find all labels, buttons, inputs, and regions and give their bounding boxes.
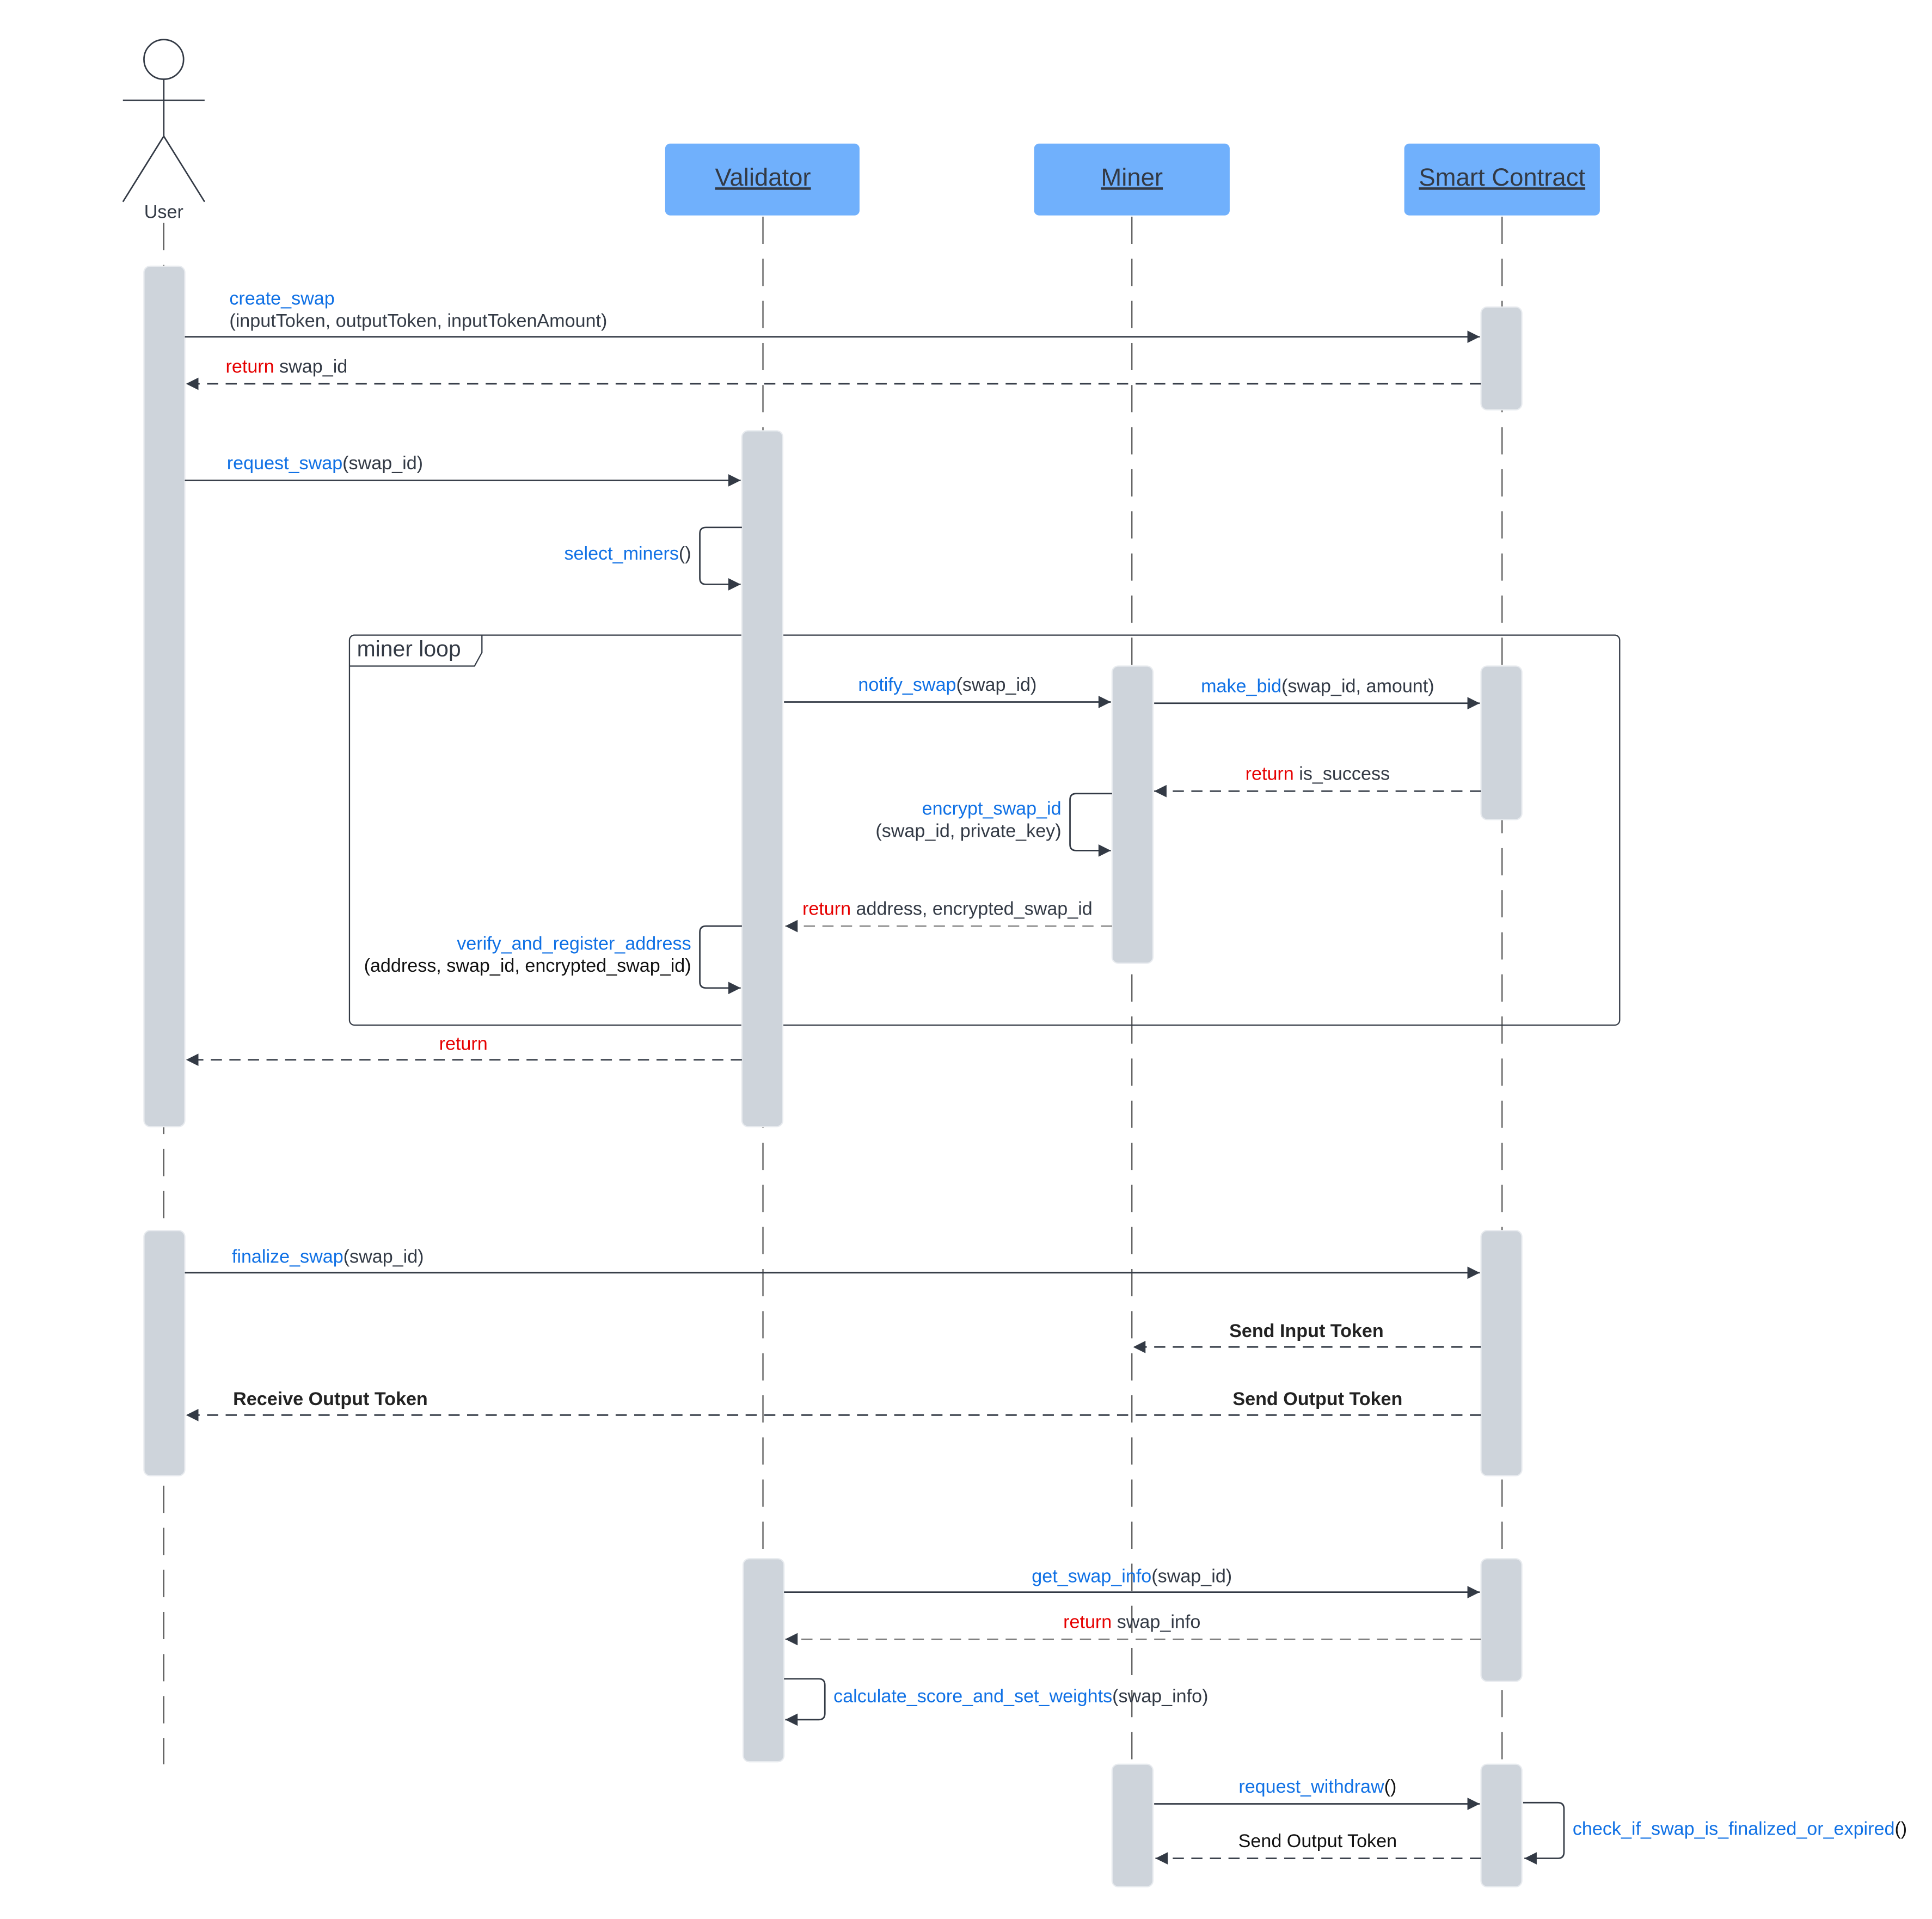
participant-smart-contract: Smart Contract (1404, 143, 1600, 216)
participant-label: Miner (1101, 163, 1163, 191)
message-label: request_swap(swap_id) (227, 453, 423, 474)
message-return-is-success: return is_success (1154, 764, 1481, 798)
activation-miner-1 (1111, 665, 1154, 964)
message-label: request_withdraw() (1238, 1776, 1396, 1797)
activation-contract-4 (1480, 1558, 1523, 1682)
participant-label: Validator (715, 163, 811, 191)
message-select-miners: select_miners() (564, 526, 742, 591)
message-create-swap: create_swap (inputToken, outputToken, in… (185, 288, 1480, 343)
participant-validator: Validator (665, 143, 860, 216)
stick-figure-icon (122, 39, 206, 203)
message-function-name: create_swap (229, 288, 334, 309)
message-request-swap: request_swap(swap_id) (185, 453, 741, 487)
message-return-swap-id: return swap_id (186, 357, 1481, 390)
message-request-withdraw: request_withdraw() (1154, 1776, 1480, 1810)
message-label: calculate_score_and_set_weights(swap_inf… (833, 1686, 1208, 1707)
message-send-output-token-to-miner: Send Output Token (1155, 1831, 1481, 1865)
activation-miner-2 (1111, 1763, 1154, 1888)
message-label: return swap_id (226, 357, 348, 377)
message-check-if-swap-is-finalized-or-expired: check_if_swap_is_finalized_or_expired() (1523, 1801, 1907, 1865)
message-arguments: (inputToken, outputToken, inputTokenAmou… (229, 310, 607, 331)
message-label: Send Output Token (1232, 1389, 1402, 1409)
message-encrypt-swap-id: encrypt_swap_id (swap_id, private_key) (875, 793, 1112, 857)
message-send-output-token: Send Output Token Receive Output Token (186, 1389, 1481, 1421)
message-send-input-token: Send Input Token (1133, 1321, 1481, 1353)
message-label: select_miners() (564, 543, 691, 564)
loop-frame-label: miner loop (357, 636, 461, 661)
message-return-address: return address, encrypted_swap_id (785, 899, 1112, 933)
participant-label: Smart Contract (1419, 163, 1585, 191)
message-return-swap-info: return swap_info (785, 1612, 1481, 1646)
message-label: return is_success (1246, 764, 1390, 784)
message-label: get_swap_info(swap_id) (1032, 1566, 1232, 1586)
message-return-to-user: return (186, 1034, 742, 1066)
activation-contract-2 (1480, 665, 1523, 820)
message-make-bid: make_bid(swap_id, amount) (1154, 676, 1480, 710)
message-label: return (439, 1034, 488, 1054)
message-label: Send Output Token (1238, 1831, 1397, 1851)
activation-validator-1 (741, 430, 784, 1127)
message-label: Send Input Token (1229, 1321, 1384, 1341)
message-label: return swap_info (1063, 1612, 1200, 1633)
message-notify-swap: notify_swap(swap_id) (784, 675, 1111, 708)
activation-contract-1 (1480, 306, 1523, 410)
message-label: finalize_swap(swap_id) (232, 1247, 424, 1267)
message-arguments: (address, swap_id, encrypted_swap_id) (364, 955, 691, 976)
participant-miner: Miner (1034, 143, 1230, 216)
message-function-name: encrypt_swap_id (922, 798, 1062, 819)
activation-user-1 (143, 265, 186, 1127)
activation-contract-5 (1480, 1763, 1523, 1888)
message-receive-label: Receive Output Token (233, 1389, 428, 1409)
actor-label: User (144, 201, 183, 222)
sequence-diagram: User Validator Miner Smart Contract mine… (122, 39, 1907, 1888)
message-function-name: verify_and_register_address (457, 933, 691, 954)
activation-user-2 (143, 1230, 186, 1476)
activation-contract-3 (1480, 1230, 1523, 1476)
message-label: notify_swap(swap_id) (858, 675, 1036, 695)
message-verify-and-register-address: verify_and_register_address (address, sw… (364, 925, 742, 995)
activation-validator-2 (743, 1558, 785, 1763)
message-finalize-swap: finalize_swap(swap_id) (185, 1247, 1480, 1279)
message-arguments: (swap_id, private_key) (875, 820, 1061, 841)
message-label: return address, encrypted_swap_id (802, 899, 1093, 919)
actor-user: User (122, 39, 206, 223)
message-label: check_if_swap_is_finalized_or_expired() (1573, 1818, 1907, 1839)
message-label: make_bid(swap_id, amount) (1201, 676, 1434, 696)
message-calculate-score-and-set-weights: calculate_score_and_set_weights(swap_inf… (784, 1678, 1208, 1726)
